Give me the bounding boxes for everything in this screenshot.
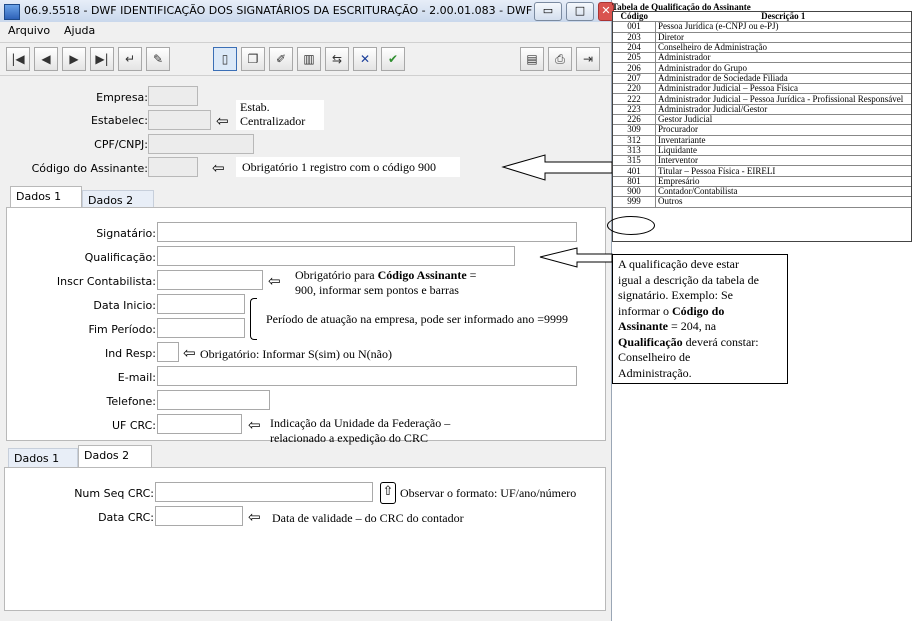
table-row: 223 Administrador Judicial/Gestor <box>613 104 911 115</box>
row-description: Titular – Pessoa Física - EIRELI <box>655 165 911 177</box>
row-description: Empresário <box>655 176 911 188</box>
qualification-table-grid: Código Descrição 1 001 Pessoa Jurídica (e… <box>613 12 911 208</box>
row-code: 900 <box>613 186 656 198</box>
row-code: 226 <box>613 114 656 126</box>
row-code: 309 <box>613 124 656 136</box>
table-row: 207 Administrador de Sociedade Filiada <box>613 73 911 85</box>
arrow-to-table <box>501 154 613 181</box>
row-description: Administrador Judicial/Gestor <box>655 104 911 115</box>
table-row: 204 Conselheiro de Administração <box>613 42 911 54</box>
table-row: 801 Empresário <box>613 176 911 188</box>
table-row: 222 Administrador Judicial – Pessoa Juríd… <box>613 93 911 105</box>
highlight-900-circle <box>607 216 655 235</box>
row-code: 801 <box>613 176 656 188</box>
qual-note-line6a: Qualificação <box>618 334 683 349</box>
row-description: Administrador de Sociedade Filiada <box>655 73 911 85</box>
table-row: 226 Gestor Judicial <box>613 114 911 126</box>
table-row: 313 Liquidante <box>613 145 911 157</box>
table-row: 315 Interventor <box>613 155 911 167</box>
row-code: 222 <box>613 93 656 105</box>
row-code: 999 <box>613 196 656 208</box>
qual-note-line6b: deverá constar: <box>682 334 759 349</box>
row-description: Interventor <box>655 155 911 167</box>
row-code: 206 <box>613 62 656 74</box>
row-description: Conselheiro de Administração <box>655 42 911 54</box>
qual-note-line4a: informar o <box>618 303 672 318</box>
qual-note-line4b: Código do <box>671 303 725 318</box>
table-header-row: Código Descrição 1 <box>613 12 911 23</box>
row-code: 204 <box>613 42 656 54</box>
row-code: 401 <box>613 165 656 177</box>
row-description: Administrador Judicial – Pessoa Física <box>655 83 911 95</box>
qual-note-line2: igual a descrição da tabela de <box>618 272 759 287</box>
table-row: 309 Procurador <box>613 124 911 136</box>
row-description: Diretor <box>655 32 911 43</box>
table-row: 206 Administrador do Grupo <box>613 62 911 74</box>
row-code: 205 <box>613 52 656 64</box>
table-row: 001 Pessoa Jurídica (e-CNPJ ou e-PJ) <box>613 21 911 33</box>
row-code: 207 <box>613 73 656 85</box>
row-code: 001 <box>613 21 656 33</box>
qual-note-line8: Administração. <box>618 365 692 380</box>
row-description: Liquidante <box>655 145 911 157</box>
col-desc-header: Descrição 1 <box>655 12 911 23</box>
row-description: Gestor Judicial <box>655 114 911 126</box>
row-description: Inventariante <box>655 135 911 146</box>
qual-note-line5b: = 204, na <box>668 319 717 333</box>
row-description: Pessoa Jurídica (e-CNPJ ou e-PJ) <box>655 21 911 33</box>
qualification-table: Código Descrição 1 001 Pessoa Jurídica (e… <box>612 11 912 242</box>
row-description: Outros <box>655 196 911 208</box>
table-row: 900 Contador/Contabilista <box>613 186 911 198</box>
qualificacao-note-box: A qualificação deve estar igual a descri… <box>612 254 788 384</box>
table-row: 312 Inventariante <box>613 135 911 146</box>
arrow-to-qualificacao <box>539 247 613 268</box>
row-code: 315 <box>613 155 656 167</box>
row-code: 203 <box>613 32 656 43</box>
table-row: 203 Diretor <box>613 32 911 43</box>
qual-note-line7: Conselheiro de <box>618 350 691 364</box>
row-description: Administrador <box>655 52 911 64</box>
row-description: Contador/Contabilista <box>655 186 911 198</box>
qualification-table-body: 001 Pessoa Jurídica (e-CNPJ ou e-PJ) 203 Di… <box>613 21 911 208</box>
table-row: 220 Administrador Judicial – Pessoa Físic… <box>613 83 911 95</box>
row-code: 223 <box>613 104 656 115</box>
qual-note-line3: signatário. Exemplo: Se <box>618 288 733 302</box>
qual-note-line1: A qualificação deve estar <box>618 257 739 271</box>
row-description: Procurador <box>655 124 911 136</box>
table-row: 401 Titular – Pessoa Física - EIRELI <box>613 165 911 177</box>
col-code-header: Código <box>613 12 656 23</box>
row-code: 312 <box>613 135 656 146</box>
row-code: 313 <box>613 145 656 157</box>
row-description: Administrador Judicial – Pessoa Jurídica… <box>655 93 911 105</box>
table-row: 999 Outros <box>613 196 911 208</box>
table-row: 205 Administrador <box>613 52 911 64</box>
row-description: Administrador do Grupo <box>655 62 911 74</box>
row-code: 220 <box>613 83 656 95</box>
qual-note-line5a: Assinante <box>618 319 669 333</box>
